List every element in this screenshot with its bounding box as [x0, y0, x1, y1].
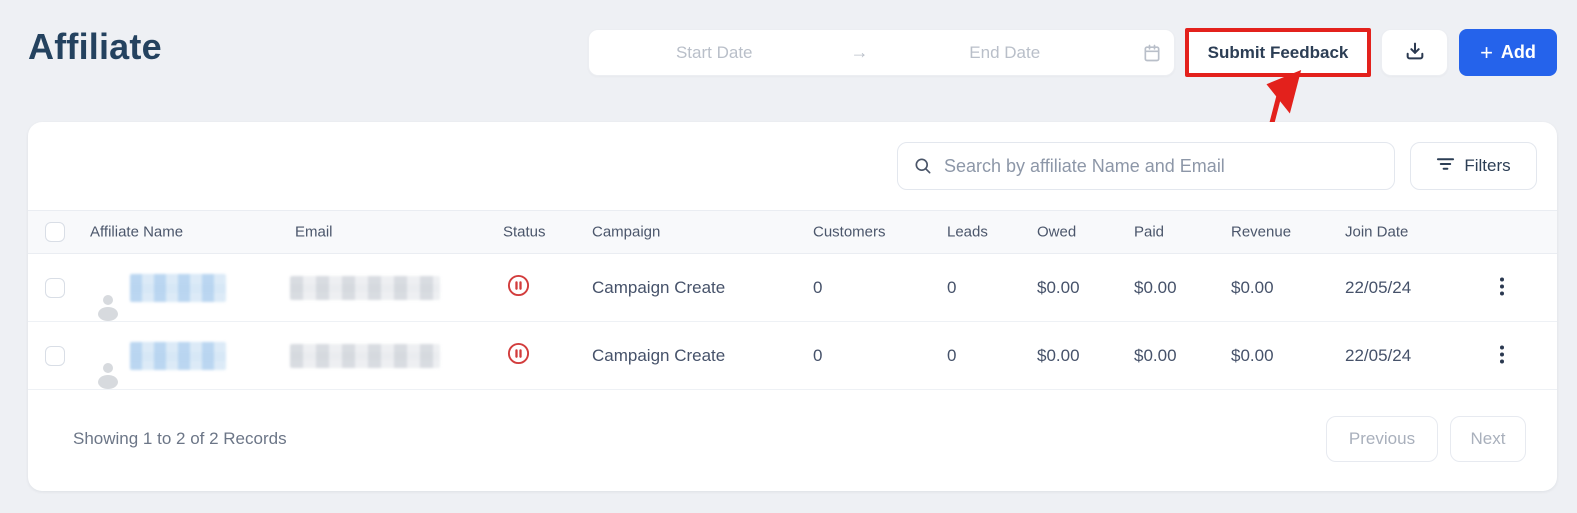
end-date-input[interactable]: End Date — [880, 43, 1131, 63]
search-box — [897, 142, 1395, 190]
col-header-join-date: Join Date — [1345, 224, 1408, 241]
redacted-affiliate-name — [130, 342, 226, 370]
leads-cell: 0 — [947, 346, 956, 366]
filters-button[interactable]: Filters — [1410, 142, 1537, 190]
campaign-cell: Campaign Create — [592, 278, 725, 298]
page-title: Affiliate — [28, 26, 162, 68]
download-button[interactable] — [1381, 29, 1448, 76]
previous-page-button[interactable]: Previous — [1326, 416, 1438, 462]
col-header-leads: Leads — [947, 224, 988, 241]
submit-feedback-button[interactable]: Submit Feedback — [1189, 32, 1367, 73]
next-page-button[interactable]: Next — [1450, 416, 1526, 462]
redacted-email — [290, 276, 440, 300]
affiliate-card: Filters Affiliate Name Email Status Camp… — [28, 122, 1557, 491]
paid-cell: $0.00 — [1134, 278, 1177, 298]
date-range-picker[interactable]: Start Date → End Date — [588, 29, 1175, 76]
owed-cell: $0.00 — [1037, 346, 1080, 366]
col-header-revenue: Revenue — [1231, 224, 1291, 241]
join-date-cell: 22/05/24 — [1345, 346, 1411, 366]
table-header-row: Affiliate Name Email Status Campaign Cus… — [28, 210, 1557, 254]
redacted-email — [290, 344, 440, 368]
search-input[interactable] — [897, 142, 1395, 190]
select-all-checkbox[interactable] — [45, 222, 65, 242]
paid-cell: $0.00 — [1134, 346, 1177, 366]
col-header-campaign: Campaign — [592, 224, 660, 241]
kebab-icon — [1500, 345, 1504, 363]
owed-cell: $0.00 — [1037, 278, 1080, 298]
filter-icon — [1436, 156, 1455, 177]
row-checkbox-wrap — [45, 278, 65, 298]
join-date-cell: 22/05/24 — [1345, 278, 1411, 298]
row-menu-button[interactable] — [1494, 273, 1510, 302]
table-row: Campaign Create 0 0 $0.00 $0.00 $0.00 22… — [28, 322, 1557, 390]
customers-cell: 0 — [813, 278, 822, 298]
filters-label: Filters — [1464, 156, 1510, 176]
row-checkbox[interactable] — [45, 346, 65, 366]
customers-cell: 0 — [813, 346, 822, 366]
row-checkbox-wrap — [45, 346, 65, 366]
status-paused-icon — [507, 274, 530, 302]
col-header-paid: Paid — [1134, 224, 1164, 241]
row-checkbox[interactable] — [45, 278, 65, 298]
start-date-input[interactable]: Start Date — [589, 43, 840, 63]
status-paused-icon — [507, 342, 530, 370]
records-summary: Showing 1 to 2 of 2 Records — [73, 429, 287, 449]
search-icon — [913, 156, 933, 181]
calendar-icon — [1130, 43, 1174, 63]
revenue-cell: $0.00 — [1231, 346, 1274, 366]
col-header-affiliate-name: Affiliate Name — [90, 224, 183, 241]
redacted-affiliate-name — [130, 274, 226, 302]
table-row: Campaign Create 0 0 $0.00 $0.00 $0.00 22… — [28, 254, 1557, 322]
col-header-owed: Owed — [1037, 224, 1076, 241]
row-menu-button[interactable] — [1494, 341, 1510, 370]
arrow-right-icon: → — [840, 42, 880, 63]
add-button-label: Add — [1501, 42, 1536, 63]
add-button[interactable]: + Add — [1459, 29, 1557, 76]
col-header-status: Status — [503, 224, 546, 241]
affiliate-page: Affiliate Start Date → End Date Submit F… — [0, 0, 1577, 513]
campaign-cell: Campaign Create — [592, 346, 725, 366]
col-header-customers: Customers — [813, 224, 886, 241]
download-icon — [1404, 40, 1426, 65]
leads-cell: 0 — [947, 278, 956, 298]
revenue-cell: $0.00 — [1231, 278, 1274, 298]
annotation-highlight-box: Submit Feedback — [1185, 28, 1371, 77]
kebab-icon — [1500, 277, 1504, 295]
col-header-email: Email — [295, 224, 333, 241]
plus-icon: + — [1480, 42, 1493, 64]
select-all-checkbox-wrap — [45, 222, 65, 242]
